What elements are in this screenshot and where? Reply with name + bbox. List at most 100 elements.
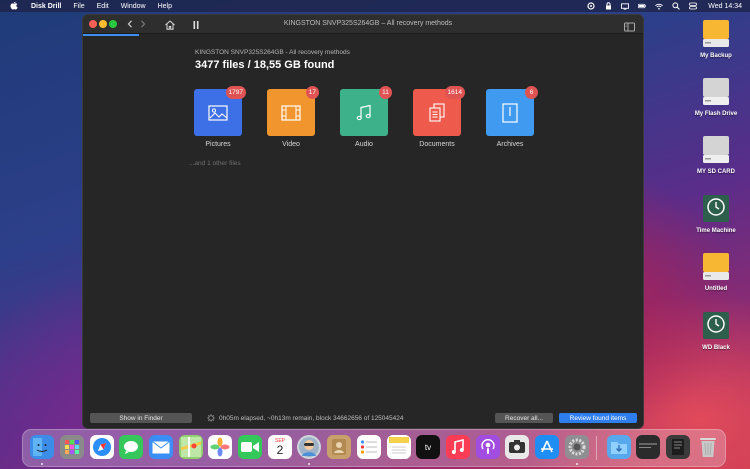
external-drive-icon	[703, 253, 729, 280]
picture-icon	[208, 104, 228, 121]
lock-icon[interactable]	[604, 2, 612, 10]
menu-app-name[interactable]: Disk Drill	[31, 3, 61, 10]
running-indicator	[41, 463, 43, 465]
documents-count-badge: 1614	[444, 86, 465, 99]
contacts-icon[interactable]	[327, 435, 351, 459]
screenshot-icon[interactable]	[505, 435, 529, 459]
desktop-item-time-machine[interactable]: Time Machine	[691, 194, 741, 249]
music-note-icon	[356, 104, 371, 120]
apple-menu-icon[interactable]	[10, 1, 19, 11]
battery-icon[interactable]	[638, 2, 647, 10]
documents-label: Documents	[419, 141, 455, 148]
desktop-item-wd-black[interactable]: WD Black	[691, 311, 741, 366]
video-label: Video	[282, 141, 300, 148]
forward-icon[interactable]	[138, 18, 148, 30]
time-machine-drive-icon	[703, 195, 729, 222]
dock: SEP 2 tv	[22, 429, 726, 467]
maps-icon[interactable]	[179, 435, 203, 459]
desktop-item-label: Time Machine	[696, 228, 736, 234]
menu-clock[interactable]: Wed 14:34	[708, 3, 742, 10]
desktop-item-untitled[interactable]: Untitled	[691, 252, 741, 307]
music-icon[interactable]	[446, 435, 470, 459]
show-in-finder-button[interactable]: Show in Finder	[90, 413, 192, 423]
desktop-item-my-flash-drive[interactable]: My Flash Drive	[691, 77, 741, 132]
facetime-icon[interactable]	[238, 435, 262, 459]
archives-count-badge: 6	[525, 86, 538, 99]
desktop-item-my-sd-card[interactable]: MY SD CARD	[691, 135, 741, 190]
menu-bar: Disk Drill File Edit Window Help Wed 14:…	[0, 0, 750, 12]
category-archives[interactable]: 6 Archives	[486, 86, 538, 159]
category-video[interactable]: 17 Video	[267, 86, 319, 159]
audio-label: Audio	[355, 141, 373, 148]
podcasts-icon[interactable]	[476, 435, 500, 459]
downloads-folder-icon[interactable]	[607, 435, 631, 459]
external-drive-icon	[703, 78, 729, 105]
notes-icon[interactable]	[387, 435, 411, 459]
calendar-day: 2	[276, 442, 284, 457]
window-close-button[interactable]	[89, 20, 97, 28]
menu-edit[interactable]: Edit	[97, 3, 109, 10]
launchpad-icon[interactable]	[60, 435, 84, 459]
time-machine-drive-icon	[703, 312, 729, 339]
desktop-item-label: Untitled	[704, 286, 728, 292]
pause-icon[interactable]	[191, 18, 201, 30]
trash-icon[interactable]	[696, 435, 720, 459]
safari-icon[interactable]	[90, 435, 114, 459]
apple-tv-icon[interactable]: tv	[416, 435, 440, 459]
menu-window[interactable]: Window	[121, 3, 146, 10]
window-title: KINGSTON SNVP325S264GB – All recovery me…	[283, 20, 453, 27]
recent-document-icon[interactable]	[636, 435, 660, 459]
menu-help[interactable]: Help	[158, 3, 172, 10]
dock-separator	[596, 436, 597, 460]
archives-label: Archives	[496, 141, 524, 148]
spinner-icon	[207, 414, 215, 422]
control-center-icon[interactable]	[689, 2, 698, 10]
desktop-item-label: WD Black	[702, 345, 730, 351]
window-title-bar: KINGSTON SNVP325S264GB – All recovery me…	[83, 15, 643, 34]
system-preferences-icon[interactable]	[565, 435, 589, 459]
messages-icon[interactable]	[119, 435, 143, 459]
documents-icon	[429, 102, 445, 122]
mail-icon[interactable]	[149, 435, 173, 459]
wifi-icon[interactable]	[655, 2, 664, 10]
scan-status: 0h05m elapsed, ~0h13m remain, block 3466…	[207, 414, 404, 422]
search-icon[interactable]	[672, 2, 681, 10]
photos-icon[interactable]	[208, 435, 232, 459]
desktop-item-label: My Backup	[700, 53, 732, 59]
disk-drill-dock-icon[interactable]	[297, 435, 321, 459]
apple-tv-label: tv	[424, 442, 432, 452]
app-store-icon[interactable]	[535, 435, 559, 459]
desktop-item-label: MY SD CARD	[697, 169, 735, 175]
category-audio[interactable]: 11 Audio	[340, 86, 392, 159]
category-documents[interactable]: 1614 Documents	[413, 86, 465, 159]
recover-all-button[interactable]: Recover all...	[495, 413, 553, 423]
sidebar-toggle-icon[interactable]	[624, 19, 635, 32]
audio-count-badge: 11	[379, 86, 392, 99]
running-indicator	[576, 463, 578, 465]
video-count-badge: 17	[305, 86, 319, 99]
archive-icon	[502, 102, 518, 123]
back-icon[interactable]	[125, 18, 135, 30]
finder-icon[interactable]	[30, 435, 54, 459]
reminders-icon[interactable]	[357, 435, 381, 459]
calendar-icon[interactable]: SEP 2	[268, 435, 292, 459]
display-icon[interactable]	[621, 2, 630, 10]
category-pictures[interactable]: 1797 Pictures	[194, 86, 246, 159]
film-icon	[281, 104, 301, 121]
home-icon[interactable]	[164, 18, 176, 30]
other-files-link[interactable]: ...and 1 other files	[189, 160, 241, 167]
recent-document-2-icon[interactable]	[666, 435, 690, 459]
disk-drill-window: KINGSTON SNVP325S264GB – All recovery me…	[82, 14, 644, 429]
window-zoom-button[interactable]	[109, 20, 117, 28]
pictures-count-badge: 1797	[225, 86, 246, 99]
window-minimize-button[interactable]	[99, 20, 107, 28]
disk-drill-status-icon[interactable]	[587, 2, 595, 10]
disk-name: KINGSTON SNVP325S264GB - All recovery me…	[195, 49, 350, 56]
found-summary: 3477 files / 18,55 GB found	[195, 59, 335, 71]
pictures-label: Pictures	[205, 141, 231, 148]
review-found-items-button[interactable]: Review found items	[559, 413, 637, 423]
desktop-item-my-backup[interactable]: My Backup	[691, 19, 741, 74]
menu-file[interactable]: File	[73, 3, 84, 10]
external-drive-icon	[703, 136, 729, 163]
external-drive-icon	[703, 20, 729, 47]
